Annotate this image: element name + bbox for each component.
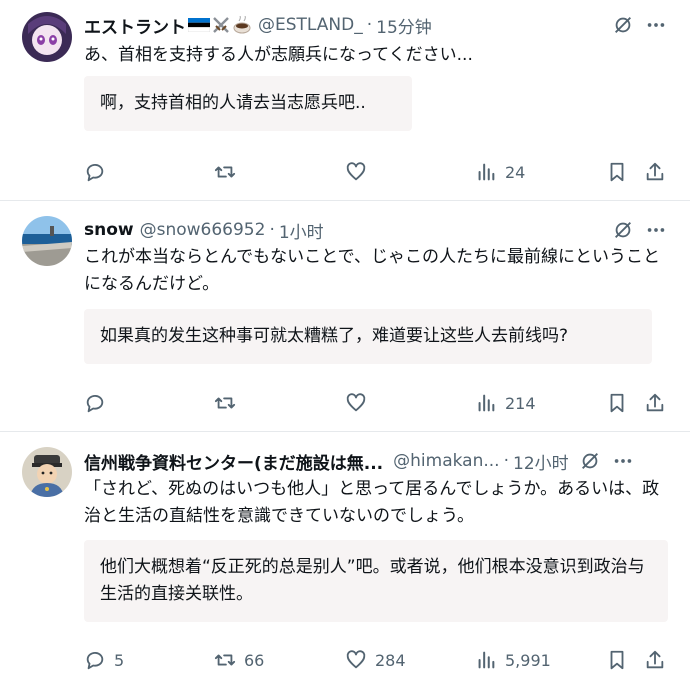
display-name[interactable]: 信州戦争資料センター(まだ施設は無... — [84, 449, 383, 474]
more-icon[interactable] — [644, 14, 668, 36]
post-text: 「されど、死ぬのはいつも他人」と思って居るんでしょうか。あるいは、政治と生活の直… — [84, 479, 660, 526]
crossed-swords-icon — [213, 17, 229, 33]
grok-icon[interactable] — [612, 219, 634, 241]
reply-icon — [86, 163, 104, 182]
share-icon — [646, 650, 664, 669]
bookmark-icon — [610, 393, 624, 413]
separator-dot: · — [503, 451, 509, 471]
like-button[interactable] — [345, 158, 367, 186]
reply-icon — [86, 651, 104, 670]
more-icon[interactable] — [644, 219, 668, 241]
handle[interactable]: @snow666952 — [140, 220, 266, 240]
post-text: これが本当ならとんでもないことで、じゃこの人たちに最前線にということになるんだけ… — [84, 247, 660, 294]
avatar[interactable] — [22, 447, 72, 497]
translation-box: 如果真的发生这种事可就太糟糕了，难道要让这些人去前线吗? — [84, 309, 652, 364]
repost-icon — [214, 654, 236, 666]
handle[interactable]: @ESTLAND_ — [258, 15, 363, 35]
bookmark-icon — [610, 650, 624, 670]
repost-icon — [214, 166, 236, 178]
avatar[interactable] — [22, 216, 72, 266]
display-name[interactable]: snow — [84, 220, 134, 240]
avatar[interactable] — [22, 12, 72, 62]
reply-button[interactable] — [84, 158, 106, 186]
separator-dot: · — [366, 15, 373, 35]
bookmark-button[interactable] — [606, 158, 628, 186]
views-count: 5,991 — [505, 650, 551, 670]
coffee-icon — [233, 16, 251, 34]
views-button[interactable]: 214 — [475, 389, 536, 417]
views-count: 24 — [505, 162, 526, 182]
action-bar: 24 — [84, 158, 668, 186]
bookmark-button[interactable] — [606, 646, 628, 674]
repost-button[interactable] — [214, 389, 236, 417]
views-icon — [478, 163, 495, 181]
views-button[interactable]: 5,991 — [475, 646, 551, 674]
repost-icon — [214, 397, 236, 409]
translation-box: 啊，支持首相的人请去当志愿兵吧.. — [84, 76, 412, 131]
post-header: 信州戦争資料センター(まだ施設は無... @himakan... · 12小时 — [84, 448, 668, 474]
action-bar: 5 66 284 5,991 — [84, 646, 668, 674]
timestamp[interactable]: 15分钟 — [376, 13, 432, 38]
views-button[interactable]: 24 — [475, 158, 525, 186]
post-header: エストラント @ESTLAND_ · 15分钟 — [84, 12, 668, 38]
name-emoji — [188, 16, 252, 34]
bookmark-button[interactable] — [606, 389, 628, 417]
more-icon[interactable] — [611, 450, 635, 472]
like-button[interactable]: 284 — [345, 646, 406, 674]
translation-box: 他们大概想着“反正死的总是别人”吧。或者说，他们根本没意识到政治与生活的直接关联… — [84, 540, 668, 622]
share-button[interactable] — [644, 646, 666, 674]
grok-icon[interactable] — [579, 450, 601, 472]
like-icon — [346, 393, 366, 412]
repost-count: 66 — [244, 650, 265, 670]
like-button[interactable] — [345, 389, 367, 417]
estonia-flag-icon — [188, 18, 210, 32]
reply-button[interactable] — [84, 389, 106, 417]
reply-button[interactable]: 5 — [84, 646, 124, 674]
grok-icon[interactable] — [612, 14, 634, 36]
share-icon — [646, 393, 664, 412]
repost-button[interactable]: 66 — [214, 646, 264, 674]
share-icon — [646, 162, 664, 181]
views-icon — [478, 651, 495, 669]
like-count: 284 — [375, 650, 406, 670]
reply-icon — [86, 394, 104, 413]
action-bar: 214 — [84, 389, 668, 417]
reply-count: 5 — [114, 650, 125, 670]
bookmark-icon — [610, 162, 624, 182]
display-name[interactable]: エストラント — [84, 13, 186, 38]
share-button[interactable] — [644, 389, 666, 417]
views-count: 214 — [505, 393, 536, 413]
post-1[interactable]: エストラント @ESTLAND_ · 15分钟 あ、首相を支持する人が志願兵にな… — [0, 0, 690, 200]
handle[interactable]: @himakan... — [393, 451, 499, 471]
views-icon — [478, 394, 495, 412]
like-icon — [346, 162, 366, 181]
timestamp[interactable]: 12小时 — [513, 449, 569, 474]
separator-dot: · — [269, 220, 275, 240]
timestamp[interactable]: 1小时 — [279, 218, 324, 243]
share-button[interactable] — [644, 158, 666, 186]
post-text: あ、首相を支持する人が志願兵になってください... — [84, 45, 473, 65]
post-header: snow @snow666952 · 1小时 — [84, 217, 668, 243]
post-2[interactable]: snow @snow666952 · 1小时 これが本当ならとんでもないことで、… — [0, 201, 690, 431]
like-icon — [346, 650, 366, 669]
repost-button[interactable] — [214, 158, 236, 186]
post-3[interactable]: 信州戦争資料センター(まだ施設は無... @himakan... · 12小时 … — [0, 432, 690, 683]
